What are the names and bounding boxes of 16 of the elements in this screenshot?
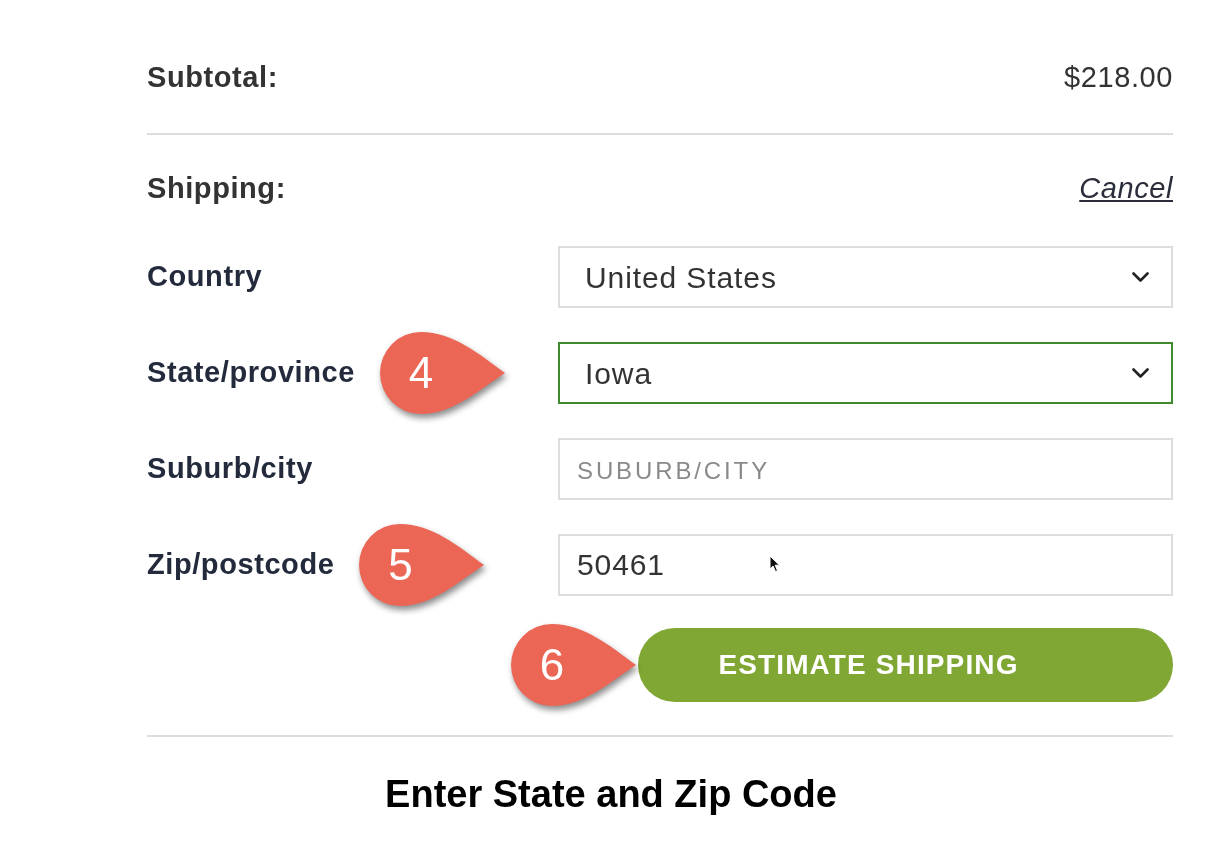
caption: Enter State and Zip Code bbox=[385, 772, 837, 817]
chevron-down-icon bbox=[1132, 367, 1149, 379]
shipping-label: Shipping: bbox=[147, 171, 286, 207]
field-label: Zip/postcode bbox=[147, 547, 335, 583]
field-label: Country bbox=[147, 259, 263, 295]
text-field[interactable]: SUBURB/CITY bbox=[558, 438, 1173, 500]
chevron-down-icon bbox=[1132, 271, 1149, 283]
subtotal-label: Subtotal: bbox=[147, 60, 278, 96]
mouse-pointer-icon bbox=[769, 555, 781, 573]
field-label: State/province bbox=[147, 355, 355, 391]
dropdown[interactable]: Iowa bbox=[558, 342, 1173, 404]
dropdown[interactable]: United States bbox=[558, 246, 1173, 308]
cancel-link[interactable]: Cancel bbox=[1079, 167, 1173, 211]
text-field[interactable]: 50461 bbox=[558, 534, 1173, 596]
field-label: Suburb/city bbox=[147, 451, 313, 487]
subtotal-amount: $218.00 bbox=[1064, 60, 1173, 96]
